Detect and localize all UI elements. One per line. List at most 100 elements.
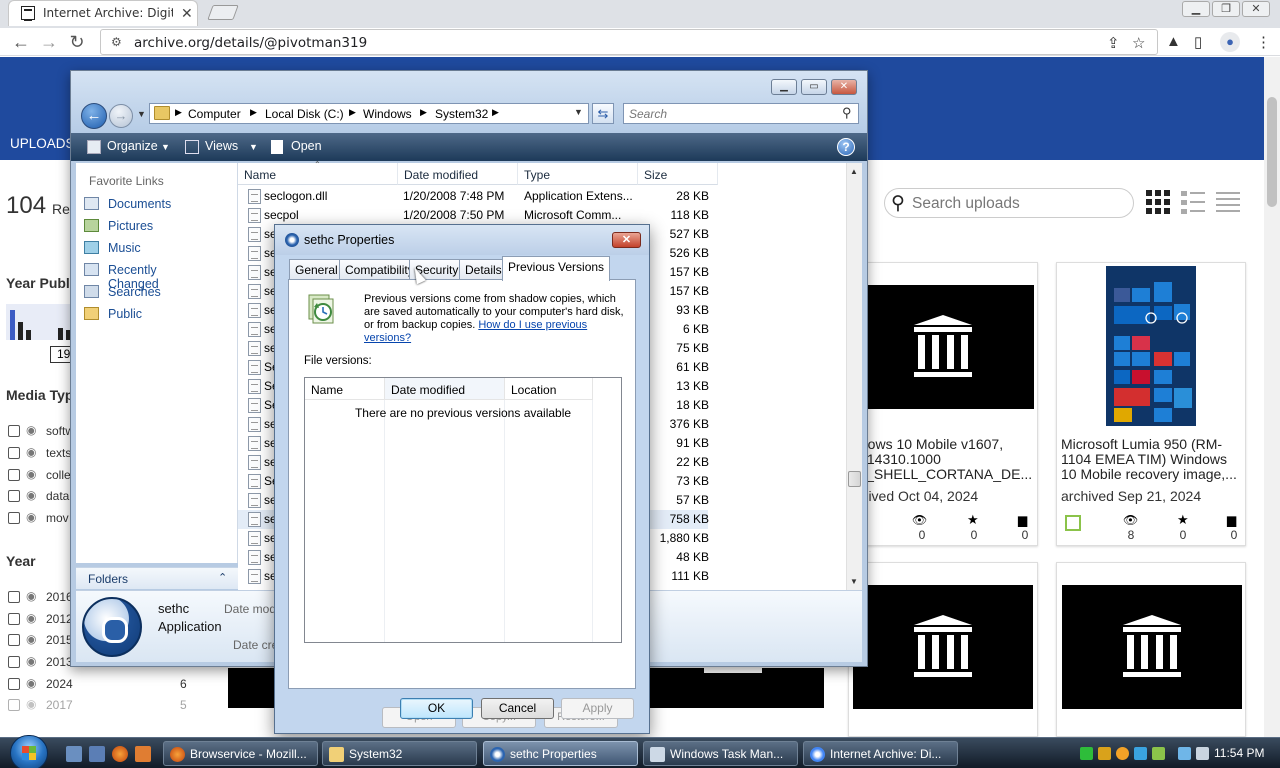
- breadcrumb-local-disk[interactable]: Local Disk (C:): [265, 107, 344, 121]
- versions-column-location[interactable]: Location: [505, 378, 593, 400]
- phone-screenshot-thumbnail[interactable]: [1106, 266, 1196, 426]
- tab-details[interactable]: Details: [459, 259, 508, 279]
- side-panel-icon[interactable]: ▯: [1194, 33, 1202, 51]
- tile-view-icon[interactable]: [1146, 190, 1170, 214]
- close-tab-icon[interactable]: ✕: [181, 5, 193, 22]
- tab-previous-versions[interactable]: Previous Versions: [502, 256, 611, 281]
- item-thumbnail[interactable]: [228, 668, 278, 708]
- checkbox[interactable]: [8, 591, 20, 603]
- share-icon[interactable]: ⇪: [1107, 34, 1120, 52]
- checkbox[interactable]: [8, 678, 20, 690]
- help-icon[interactable]: ?: [837, 138, 855, 156]
- year-range-start[interactable]: 19: [50, 346, 72, 363]
- chevron-right-icon[interactable]: ▶: [492, 107, 499, 118]
- eye-icon[interactable]: ◉: [26, 676, 36, 690]
- network-icon[interactable]: [1178, 747, 1191, 760]
- new-tab-button[interactable]: [207, 5, 239, 20]
- breadcrumb-windows[interactable]: Windows: [363, 107, 412, 121]
- browser-tab[interactable]: Internet Archive: Digital Library ✕: [8, 0, 198, 26]
- checkbox[interactable]: [8, 512, 20, 524]
- explorer-minimize-button[interactable]: ▁: [771, 79, 797, 95]
- switch-windows-icon[interactable]: [89, 746, 105, 762]
- tray-app-icon[interactable]: [1098, 747, 1111, 760]
- item-title[interactable]: indows 10 Mobile v1607, ild 14310.1000 S…: [849, 437, 1037, 482]
- quicklaunch-app-icon[interactable]: [135, 746, 151, 762]
- year-histogram[interactable]: [6, 304, 76, 340]
- eye-icon[interactable]: ◉: [26, 611, 36, 625]
- taskbar-button-sethc-properties[interactable]: sethc Properties: [483, 741, 638, 766]
- breadcrumb-system32[interactable]: System32: [435, 107, 488, 121]
- folders-bar[interactable]: Folders ⌃: [76, 567, 238, 589]
- site-info-icon[interactable]: ⚙: [111, 35, 122, 49]
- versions-column-name[interactable]: Name: [305, 378, 385, 400]
- eye-icon[interactable]: ◉: [26, 510, 36, 524]
- explorer-forward-button[interactable]: →: [109, 104, 133, 128]
- checkbox[interactable]: [8, 490, 20, 502]
- page-scrollbar[interactable]: [1264, 57, 1280, 737]
- checkbox[interactable]: [8, 656, 20, 668]
- organize-dropdown-icon[interactable]: ▼: [161, 142, 170, 152]
- bookmark-star-icon[interactable]: ☆: [1132, 34, 1145, 52]
- menu-kebab-icon[interactable]: ⋮: [1256, 33, 1271, 51]
- file-row[interactable]: seclogon.dll 1/20/2008 7:48 PM Application…: [238, 187, 709, 206]
- taskbar-button-task-manager[interactable]: Windows Task Man...: [643, 741, 798, 766]
- apply-button[interactable]: Apply: [561, 698, 634, 719]
- taskbar-button-browservice[interactable]: Browservice - Mozill...: [163, 741, 318, 766]
- explorer-maximize-button[interactable]: ▭: [801, 79, 827, 95]
- eye-icon[interactable]: ◉: [26, 589, 36, 603]
- chevron-right-icon[interactable]: ▶: [175, 107, 182, 118]
- eye-icon[interactable]: ◉: [26, 654, 36, 668]
- task-manager-tray-icon[interactable]: [1080, 747, 1093, 760]
- back-icon[interactable]: ←: [10, 32, 32, 52]
- list-compact-view-icon[interactable]: [1216, 190, 1240, 214]
- checkbox[interactable]: [8, 447, 20, 459]
- column-header-size[interactable]: Size: [638, 163, 718, 185]
- chevron-right-icon[interactable]: ▶: [349, 107, 356, 118]
- eye-icon[interactable]: ◉: [26, 488, 36, 502]
- breadcrumb-computer[interactable]: Computer: [188, 107, 241, 121]
- dialog-close-button[interactable]: ✕: [612, 232, 641, 248]
- minimize-button[interactable]: ▁: [1182, 1, 1210, 17]
- item-thumbnail[interactable]: [1062, 585, 1242, 709]
- eye-icon[interactable]: ◉: [26, 445, 36, 459]
- eye-icon[interactable]: ◉: [26, 632, 36, 646]
- uploads-tab[interactable]: UPLOADS: [10, 136, 75, 151]
- file-row[interactable]: secpol 1/20/2008 7:50 PM Microsoft Comm...…: [238, 206, 709, 225]
- extension-icon[interactable]: ▲: [1166, 33, 1181, 50]
- item-thumbnail[interactable]: [852, 285, 1034, 409]
- item-card[interactable]: [848, 562, 1038, 737]
- tab-general[interactable]: General: [289, 259, 344, 279]
- explorer-address-bar[interactable]: ▶ Computer ▶ Local Disk (C:) ▶ Windows ▶…: [149, 103, 589, 124]
- search-icon[interactable]: ⚲: [842, 105, 852, 121]
- versions-column-date-modified[interactable]: Date modified: [385, 378, 505, 400]
- security-shield-icon[interactable]: [1116, 747, 1129, 760]
- address-bar[interactable]: ⚙ archive.org/details/@pivotman319 ⇪ ☆: [100, 29, 1158, 55]
- tray-app-icon[interactable]: [1152, 747, 1165, 760]
- eye-icon[interactable]: ◉: [26, 697, 36, 711]
- column-header-type[interactable]: Type: [518, 163, 638, 185]
- scrollbar-thumb[interactable]: [848, 471, 861, 487]
- recent-pages-dropdown-icon[interactable]: ▼: [137, 109, 146, 119]
- chevron-right-icon[interactable]: ▶: [250, 107, 257, 118]
- cancel-button[interactable]: Cancel: [481, 698, 554, 719]
- ok-button[interactable]: OK: [400, 698, 473, 719]
- item-card[interactable]: indows 10 Mobile v1607, ild 14310.1000 S…: [848, 262, 1038, 546]
- url-text[interactable]: archive.org/details/@pivotman319: [134, 35, 367, 51]
- start-button[interactable]: [10, 735, 48, 768]
- refresh-icon[interactable]: ⇆: [592, 103, 614, 124]
- checkbox[interactable]: [8, 469, 20, 481]
- eye-icon[interactable]: ◉: [26, 423, 36, 437]
- show-desktop-icon[interactable]: [66, 746, 82, 762]
- item-title[interactable]: Microsoft Lumia 950 (RM-1104 EMEA TIM) W…: [1061, 437, 1245, 482]
- views-button[interactable]: Views: [205, 139, 238, 153]
- item-thumbnail[interactable]: [853, 585, 1033, 709]
- checkbox[interactable]: [8, 634, 20, 646]
- tray-app-icon[interactable]: [1134, 747, 1147, 760]
- scroll-down-icon[interactable]: ▼: [850, 577, 858, 586]
- organize-button[interactable]: Organize: [107, 139, 158, 153]
- item-card[interactable]: [1056, 562, 1246, 737]
- scroll-up-icon[interactable]: ▲: [850, 167, 858, 176]
- forward-icon[interactable]: →: [38, 32, 60, 52]
- file-list-scrollbar[interactable]: ▲ ▼: [846, 163, 862, 590]
- profile-avatar-icon[interactable]: ●: [1220, 32, 1240, 52]
